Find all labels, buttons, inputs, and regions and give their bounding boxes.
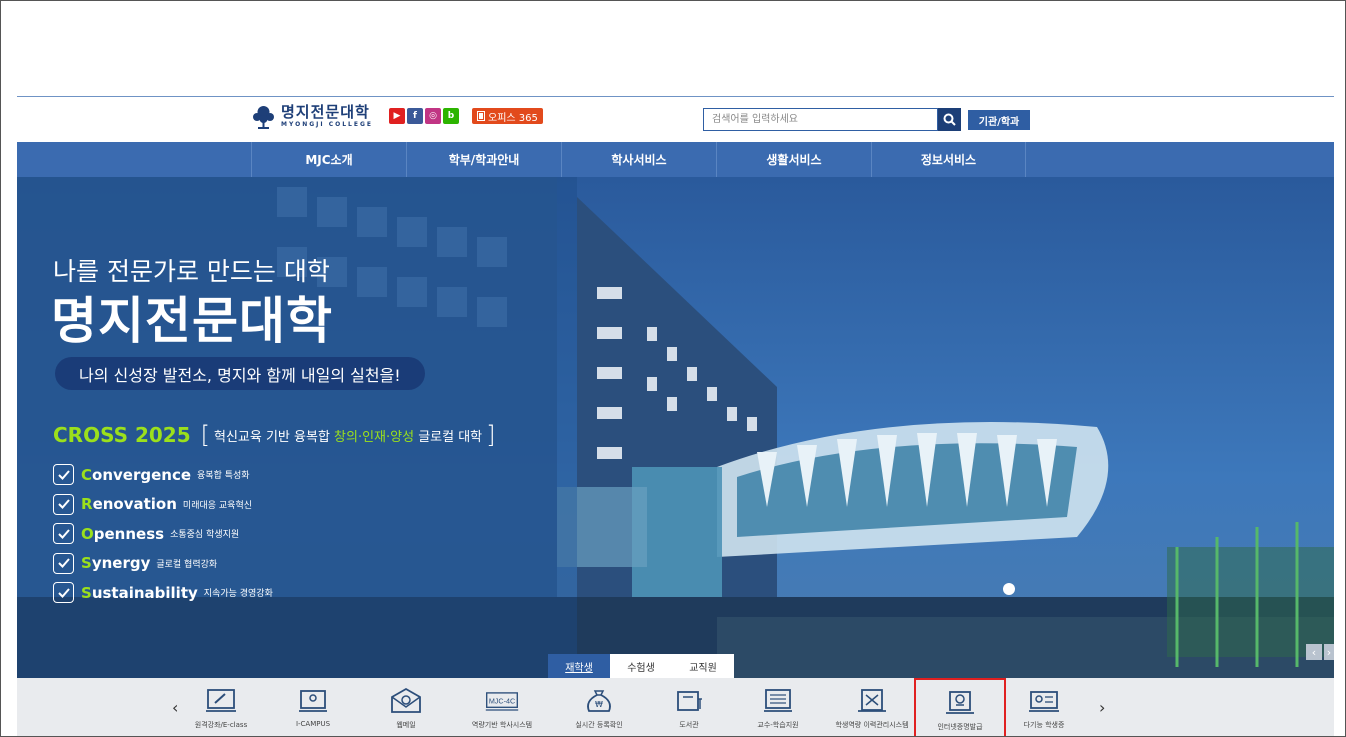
search-icon [943, 113, 956, 126]
registration-icon: ₩ [587, 690, 611, 712]
office365-label: 오피스 365 [488, 112, 538, 124]
cross-2025-heading: CROSS 2025 [ 혁신교육 기반 융복합 창의·인재·양성 글로컬 대학… [53, 421, 496, 449]
icampus-icon [299, 690, 327, 712]
quick-link-mjc4c[interactable]: MJC-4C 역량기반 학사시스템 [462, 678, 542, 736]
nav-item-about[interactable]: MJC소개 [251, 142, 406, 177]
nav-item-info[interactable]: 정보서비스 [871, 142, 1026, 177]
quick-link-certificate[interactable]: 인터넷증명발급 [914, 678, 1006, 736]
bracket-close: ] [486, 421, 496, 449]
core-values-list: Convergence 융복합 특성화 Renovation 미래대응 교육혁신 O… [53, 460, 273, 608]
value-synergy: Synergy 글로컬 협력강화 [53, 549, 273, 579]
quick-link-icampus[interactable]: I-CAMPUS [273, 678, 353, 736]
value-openness: Openness 소통중심 학생지원 [53, 519, 273, 549]
youtube-icon[interactable]: ▶ [389, 108, 405, 124]
mjc4c-icon: MJC-4C [485, 692, 519, 711]
hero-title: 명지전문대학 [51, 292, 333, 350]
tab-staff[interactable]: 교직원 [672, 654, 734, 678]
college-logo[interactable]: 명지전문대학 MYONGJI COLLEGE [250, 103, 373, 130]
value-convergence: Convergence 융복합 특성화 [53, 460, 273, 490]
svg-text:MJC-4C: MJC-4C [489, 697, 515, 706]
svg-text:₩: ₩ [595, 700, 603, 709]
search-button[interactable] [938, 108, 961, 131]
hero-banner: 나를 전문가로 만드는 대학 명지전문대학 나의 신성장 발전소, 명지와 함께… [17, 177, 1334, 678]
eclass-icon [206, 689, 236, 712]
facebook-icon[interactable]: f [407, 108, 423, 124]
slide-prev-button[interactable]: ‹ [1306, 644, 1322, 660]
check-icon [53, 523, 74, 545]
quick-link-library[interactable]: 도서관 [649, 678, 729, 736]
instagram-icon[interactable]: ◎ [425, 108, 441, 124]
teaching-support-icon [764, 689, 792, 712]
check-icon [53, 493, 74, 515]
tab-applicants[interactable]: 수험생 [610, 654, 672, 678]
office365-button[interactable]: 오피스 365 [472, 108, 543, 124]
org-department-button[interactable]: 기관/학과 [968, 110, 1030, 130]
header-top-line [17, 96, 1334, 97]
check-icon [53, 464, 74, 486]
tab-students[interactable]: 재학생 [548, 654, 610, 678]
quick-link-student-record[interactable]: 학생역량 이력관리시스템 [832, 678, 912, 736]
value-sustainability: Sustainability 지속가능 경영강화 [53, 578, 273, 608]
webmail-icon [391, 687, 421, 713]
nav-item-academic[interactable]: 학사서비스 [561, 142, 716, 177]
quick-prev-arrow[interactable]: ‹ [172, 698, 178, 717]
hero-slogan: 나의 신성장 발전소, 명지와 함께 내일의 실천을! [55, 357, 425, 390]
check-icon [53, 552, 74, 574]
office-icon [477, 111, 485, 121]
cross-description: 혁신교육 기반 융복합 창의·인재·양성 글로컬 대학 [214, 429, 483, 445]
quick-link-teaching-support[interactable]: 교수-학습지원 [738, 678, 818, 736]
quick-next-arrow[interactable]: › [1099, 698, 1105, 717]
student-record-icon [858, 689, 886, 712]
nav-item-departments[interactable]: 학부/학과안내 [406, 142, 561, 177]
value-renovation: Renovation 미래대응 교육혁신 [53, 490, 273, 520]
bracket-open: [ [200, 421, 210, 449]
audience-tabs: 재학생 수험생 교직원 [548, 654, 734, 678]
cross-title: CROSS 2025 [53, 423, 191, 447]
search-input[interactable]: 검색어를 입력하세요 [703, 108, 938, 131]
quick-link-webmail[interactable]: 웹메일 [366, 678, 446, 736]
check-icon [53, 582, 74, 604]
library-icon [677, 691, 702, 711]
emblem-icon [253, 106, 274, 129]
quick-link-eclass[interactable]: 원격강좌/E-class [181, 678, 261, 736]
quick-link-student-id[interactable]: 다기능 학생증 [1004, 678, 1084, 736]
sns-links: ▶ f ◎ b [389, 108, 459, 124]
quick-links-bar: ‹ 원격강좌/E-class I-CAMPUS 웹메일 MJC-4C 역량기반 … [17, 678, 1334, 736]
slide-next-button[interactable]: › [1324, 644, 1334, 660]
blog-icon[interactable]: b [443, 108, 459, 124]
main-nav: MJC소개 학부/학과안내 학사서비스 생활서비스 정보서비스 [17, 142, 1334, 177]
quick-link-registration[interactable]: ₩ 실시간 등록확인 [559, 678, 639, 736]
logo-subtitle: MYONGJI COLLEGE [281, 121, 373, 128]
certificate-icon [946, 691, 974, 714]
student-id-icon [1029, 691, 1059, 712]
logo-title: 명지전문대학 [281, 103, 370, 121]
nav-item-life[interactable]: 생활서비스 [716, 142, 871, 177]
